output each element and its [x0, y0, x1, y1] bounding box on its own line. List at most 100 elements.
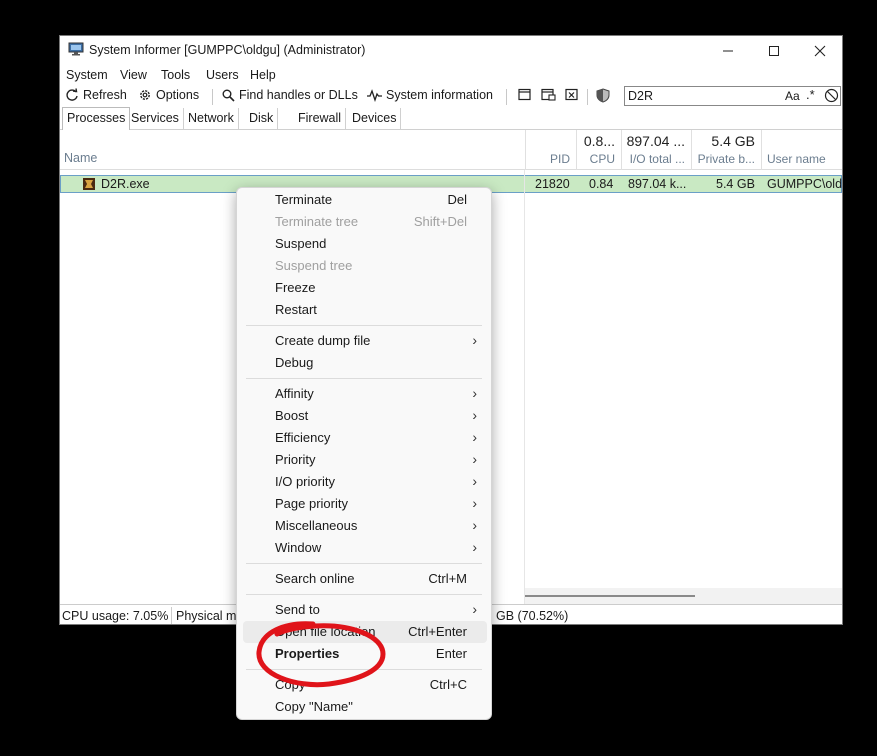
menu-users[interactable]: Users — [206, 68, 239, 82]
regex-toggle[interactable]: .* — [806, 87, 815, 102]
menu-item-miscellaneous[interactable]: Miscellaneous › — [243, 515, 487, 537]
menu-item-label: Open file location — [275, 624, 376, 639]
minimize-button[interactable] — [705, 36, 751, 66]
scrollbar-thumb[interactable] — [525, 595, 695, 597]
menu-system[interactable]: System — [66, 68, 108, 82]
menu-item-label: Boost — [275, 408, 309, 423]
menu-item-terminate-tree: Terminate tree Shift+Del — [243, 211, 487, 233]
menu-item-affinity[interactable]: Affinity › — [243, 383, 487, 405]
menu-item-open-file-location[interactable]: Open file location Ctrl+Enter — [243, 621, 487, 643]
menu-item-efficiency[interactable]: Efficiency › — [243, 427, 487, 449]
close-button[interactable] — [797, 36, 842, 66]
menu-item-shortcut: Ctrl+M — [428, 571, 467, 586]
menu-item-label: Suspend — [275, 236, 327, 251]
status-separator — [171, 607, 172, 624]
column-pid[interactable]: PID — [525, 130, 576, 170]
process-io-total: 897.04 k... — [628, 177, 687, 191]
process-private-bytes: 5.4 GB — [716, 177, 755, 191]
chevron-right-icon: › — [472, 429, 477, 445]
find-window-kill-button[interactable] — [565, 88, 578, 101]
menu-item-window[interactable]: Window › — [243, 537, 487, 559]
tab-firewall[interactable]: Firewall — [294, 108, 347, 129]
refresh-icon — [66, 88, 78, 101]
chevron-right-icon: › — [472, 473, 477, 489]
column-user-name-label: User name — [767, 152, 826, 166]
menu-view[interactable]: View — [120, 68, 147, 82]
clear-search-icon[interactable] — [824, 88, 839, 103]
menu-item-properties[interactable]: Properties Enter — [243, 643, 487, 665]
menu-item-label: Debug — [275, 355, 314, 370]
menu-item-search-online[interactable]: Search online Ctrl+M — [243, 568, 487, 590]
menu-item-copy-name[interactable]: Copy "Name" — [243, 696, 487, 718]
menu-separator — [246, 669, 482, 670]
find-window-button[interactable] — [541, 88, 556, 101]
window-button[interactable] — [518, 88, 531, 101]
menu-item-label: Terminate tree — [275, 214, 359, 229]
menu-separator — [246, 325, 482, 326]
elevation-shield-button[interactable] — [596, 88, 610, 103]
menu-item-label: Page priority — [275, 496, 348, 511]
tab-devices[interactable]: Devices — [348, 108, 402, 129]
process-cpu: 0.84 — [589, 177, 614, 191]
d2r-app-icon — [83, 178, 95, 190]
menu-item-copy[interactable]: Copy Ctrl+C — [243, 674, 487, 696]
status-physical-memory-tail: GB (70.52%) — [496, 609, 569, 623]
close-icon — [814, 45, 826, 57]
menu-item-debug[interactable]: Debug — [243, 352, 487, 374]
chevron-right-icon: › — [472, 601, 477, 617]
column-name[interactable]: Name — [64, 151, 97, 165]
menu-item-label: Terminate — [275, 192, 333, 207]
column-user-name[interactable]: User name — [761, 130, 842, 170]
horizontal-scrollbar[interactable] — [525, 588, 842, 604]
tab-network[interactable]: Network — [184, 108, 239, 129]
menu-item-create-dump-file[interactable]: Create dump file › — [243, 330, 487, 352]
maximize-button[interactable] — [751, 36, 797, 66]
match-case-toggle[interactable]: Aa — [785, 89, 800, 103]
menu-item-label: Copy — [275, 677, 306, 692]
menu-item-label: Freeze — [275, 280, 316, 295]
menu-item-restart[interactable]: Restart — [243, 299, 487, 321]
menu-item-suspend[interactable]: Suspend — [243, 233, 487, 255]
menu-item-label: Properties — [275, 646, 340, 661]
find-handles-button[interactable]: Find handles or DLLs — [222, 88, 358, 102]
toolbar-separator — [212, 89, 213, 105]
options-button[interactable]: Options — [138, 88, 199, 102]
column-pid-label: PID — [549, 152, 570, 166]
menu-item-io-priority[interactable]: I/O priority › — [243, 471, 487, 493]
menu-item-send-to[interactable]: Send to › — [243, 599, 487, 621]
search-icon — [222, 89, 235, 102]
column-private-bytes-total: 5.4 GB — [711, 133, 755, 149]
menu-item-shortcut: Del — [447, 192, 467, 207]
tab-services[interactable]: Services — [127, 108, 184, 129]
refresh-label: Refresh — [83, 88, 127, 102]
column-cpu-label: CPU — [589, 152, 615, 166]
title-bar[interactable]: System Informer [GUMPPC\oldgu] (Administ… — [60, 36, 842, 66]
menu-item-terminate[interactable]: Terminate Del — [243, 189, 487, 211]
menu-item-priority[interactable]: Priority › — [243, 449, 487, 471]
find-handles-label: Find handles or DLLs — [239, 88, 358, 102]
menu-tools[interactable]: Tools — [161, 68, 190, 82]
menu-item-label: Window — [275, 540, 322, 555]
column-private-bytes[interactable]: 5.4 GB Private b... — [691, 130, 761, 170]
column-io-total[interactable]: 897.04 ... I/O total ... — [621, 130, 691, 170]
minimize-icon — [723, 50, 733, 52]
menu-item-freeze[interactable]: Freeze — [243, 277, 487, 299]
tab-processes[interactable]: Processes — [62, 107, 131, 130]
search-input[interactable]: D2R Aa .* — [624, 86, 841, 106]
menu-item-label: Copy "Name" — [275, 699, 353, 714]
menu-item-label: Efficiency — [275, 430, 331, 445]
chevron-right-icon: › — [472, 385, 477, 401]
menu-item-page-priority[interactable]: Page priority › — [243, 493, 487, 515]
find-window-icon — [541, 88, 556, 101]
column-cpu[interactable]: 0.8... CPU — [576, 130, 621, 170]
menu-help[interactable]: Help — [250, 68, 276, 82]
system-information-button[interactable]: System information — [367, 88, 493, 102]
menu-item-boost[interactable]: Boost › — [243, 405, 487, 427]
tab-disk[interactable]: Disk — [245, 108, 279, 129]
window-icon — [518, 88, 531, 101]
refresh-button[interactable]: Refresh — [65, 88, 127, 102]
maximize-icon — [769, 46, 779, 56]
menu-item-label: Suspend tree — [275, 258, 353, 273]
shield-icon — [596, 88, 610, 103]
menu-item-shortcut: Enter — [435, 646, 467, 661]
